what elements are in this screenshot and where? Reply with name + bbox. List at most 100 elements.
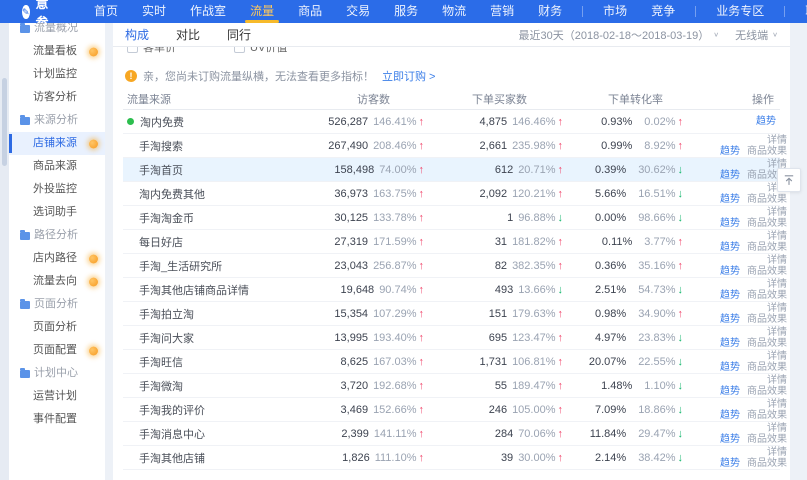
sidebar-item-3[interactable]: 访客分析 xyxy=(9,86,105,109)
nav-item-4[interactable]: 商品 xyxy=(298,0,322,23)
action-link-muted[interactable]: 详情 xyxy=(767,351,787,362)
sidebar-item-8[interactable]: 选词助手 xyxy=(9,201,105,224)
table-row[interactable]: 手淘淘金币30,125133.78%↑196.88%↓0.00%98.66%↓详… xyxy=(123,206,780,230)
sidebar-item-6[interactable]: 商品来源 xyxy=(9,155,105,178)
sidebar-item-5[interactable]: 店铺来源 xyxy=(9,132,105,155)
action-link-muted[interactable]: 商品效果 xyxy=(747,290,787,301)
action-link-muted[interactable]: 详情 xyxy=(767,255,787,266)
terminal-select[interactable]: 无线端 ∨ xyxy=(735,27,778,43)
metric-checkbox-1[interactable]: UV价值 xyxy=(234,47,287,55)
sidebar-item-7[interactable]: 外投监控 xyxy=(9,178,105,201)
sidebar-item-2[interactable]: 计划监控 xyxy=(9,63,105,86)
action-link-muted[interactable]: 详情 xyxy=(767,399,787,410)
action-link-muted[interactable]: 商品效果 xyxy=(747,362,787,373)
table-row[interactable]: 手淘微淘3,720192.68%↑55189.47%↑1.48%1.10%↓详情… xyxy=(123,374,780,398)
left-scrollbar[interactable] xyxy=(0,23,9,480)
table-row[interactable]: 手淘_生活研究所23,043256.87%↑82382.35%↑0.36%35.… xyxy=(123,254,780,278)
table-row[interactable]: 每日好店27,319171.59%↑31181.82%↑0.11%3.77%↑详… xyxy=(123,230,780,254)
action-link-muted[interactable]: 详情 xyxy=(767,303,787,314)
tab-0[interactable]: 构成 xyxy=(125,23,149,47)
table-row[interactable]: 手淘消息中心2,399141.11%↑28470.06%↑11.84%29.47… xyxy=(123,422,780,446)
table-row[interactable]: 手淘其他店铺1,826111.10%↑3930.00%↑2.14%38.42%↓… xyxy=(123,446,780,470)
action-link-primary[interactable]: 趋势 xyxy=(720,338,740,349)
action-link-muted[interactable]: 商品效果 xyxy=(747,194,787,205)
action-link-muted[interactable]: 详情 xyxy=(767,447,787,458)
action-link-muted[interactable]: 商品效果 xyxy=(747,338,787,349)
action-link-primary[interactable]: 趋势 xyxy=(720,218,740,229)
action-link-primary[interactable]: 趋势 xyxy=(720,242,740,253)
nav-item-5[interactable]: 交易 xyxy=(346,0,370,23)
action-link-muted[interactable]: 详情 xyxy=(767,423,787,434)
action-link-primary[interactable]: 趋势 xyxy=(720,410,740,421)
sidebar-item-10[interactable]: 店内路径 xyxy=(9,247,105,270)
cell-actions: 详情趋势商品效果 xyxy=(713,351,790,373)
nav-item-1[interactable]: 实时 xyxy=(142,0,166,23)
nav-item-0[interactable]: 首页 xyxy=(94,0,118,23)
action-link-muted[interactable]: 详情 xyxy=(767,375,787,386)
action-link-primary[interactable]: 趋势 xyxy=(720,266,740,277)
nav-item-2[interactable]: 作战室 xyxy=(190,0,226,23)
back-to-top-button[interactable] xyxy=(777,168,801,192)
sidebar-item-16[interactable]: 运营计划 xyxy=(9,385,105,408)
action-link-primary[interactable]: 趋势 xyxy=(720,434,740,445)
action-link-muted[interactable]: 商品效果 xyxy=(747,458,787,469)
action-link-muted[interactable]: 商品效果 xyxy=(747,434,787,445)
action-link-primary[interactable]: 趋势 xyxy=(720,194,740,205)
metric-change: 38.42% xyxy=(638,452,675,464)
sidebar-item-17[interactable]: 事件配置 xyxy=(9,408,105,431)
nav-item-9[interactable]: 财务 xyxy=(538,0,562,23)
action-link-muted[interactable]: 商品效果 xyxy=(747,266,787,277)
table-row[interactable]: 手淘旺信8,625167.03%↑1,731106.81%↑20.07%22.5… xyxy=(123,350,780,374)
nav-item-12[interactable]: 业务专区 xyxy=(716,0,764,23)
action-link-muted[interactable]: 商品效果 xyxy=(747,242,787,253)
arrow-down-icon: ↓ xyxy=(678,356,684,368)
action-link-muted[interactable]: 商品效果 xyxy=(747,386,787,397)
action-link-muted[interactable]: 商品效果 xyxy=(747,410,787,421)
scrollbar-thumb[interactable] xyxy=(2,78,7,166)
metric-value: 11.84% xyxy=(590,428,627,440)
table-row[interactable]: 手淘问大家13,995193.40%↑695123.47%↑4.97%23.83… xyxy=(123,326,780,350)
table-row[interactable]: 手淘首页158,49874.00%↑61220.71%↑0.39%30.62%↓… xyxy=(123,158,780,182)
table-row[interactable]: 淘内免费其他36,973163.75%↑2,092120.21%↑5.66%16… xyxy=(123,182,780,206)
nav-item-8[interactable]: 营销 xyxy=(490,0,514,23)
tab-2[interactable]: 同行 xyxy=(227,23,251,47)
action-link-primary[interactable]: 趋势 xyxy=(720,314,740,325)
action-link-muted[interactable]: 商品效果 xyxy=(747,146,787,157)
table-row[interactable]: 手淘搜索267,490208.46%↑2,661235.98%↑0.99%8.9… xyxy=(123,134,780,158)
metric-checkbox-0[interactable]: 客单价 xyxy=(127,47,176,55)
action-link-muted[interactable]: 商品效果 xyxy=(747,218,787,229)
action-line: 详情 xyxy=(713,351,787,362)
table-row[interactable]: 手淘拍立淘15,354107.29%↑151179.63%↑0.98%34.90… xyxy=(123,302,780,326)
action-link-primary[interactable]: 趋势 xyxy=(720,170,740,181)
sidebar-item-14[interactable]: 页面配置 xyxy=(9,339,105,362)
nav-item-10[interactable]: 市场 xyxy=(603,0,627,23)
action-link-muted[interactable]: 详情 xyxy=(767,231,787,242)
action-link-primary[interactable]: 趋势 xyxy=(720,386,740,397)
action-link-muted[interactable]: 详情 xyxy=(767,327,787,338)
table-row[interactable]: 淘内免费526,287146.41%↑4,875146.46%↑0.93%0.0… xyxy=(123,110,780,134)
table-row[interactable]: 手淘其他店铺商品详情19,64890.74%↑49313.66%↓2.51%54… xyxy=(123,278,780,302)
nav-item-11[interactable]: 竞争 xyxy=(651,0,675,23)
tab-1[interactable]: 对比 xyxy=(176,23,200,47)
subscribe-link[interactable]: 立即订购 > xyxy=(382,68,435,84)
nav-item-7[interactable]: 物流 xyxy=(442,0,466,23)
cell-actions: 详情趋势商品效果 xyxy=(713,303,790,325)
metric-value: 0.99% xyxy=(601,140,632,152)
action-link-primary[interactable]: 趋势 xyxy=(756,116,776,127)
table-row[interactable]: 手淘我的评价3,469152.66%↑246105.00%↑7.09%18.86… xyxy=(123,398,780,422)
date-range-select[interactable]: 最近30天（2018-02-18～2018-03-19） ∨ xyxy=(519,27,720,43)
sidebar-item-11[interactable]: 流量去向 xyxy=(9,270,105,293)
nav-item-6[interactable]: 服务 xyxy=(394,0,418,23)
action-link-primary[interactable]: 趋势 xyxy=(720,458,740,469)
sidebar-item-1[interactable]: 流量看板 xyxy=(9,40,105,63)
action-link-muted[interactable]: 详情 xyxy=(767,135,787,146)
action-link-muted[interactable]: 详情 xyxy=(767,279,787,290)
action-link-muted[interactable]: 详情 xyxy=(767,207,787,218)
nav-item-3[interactable]: 流量 xyxy=(250,0,274,23)
sidebar-item-13[interactable]: 页面分析 xyxy=(9,316,105,339)
action-link-primary[interactable]: 趋势 xyxy=(720,146,740,157)
column-header-4: 操作 xyxy=(713,91,780,107)
action-link-primary[interactable]: 趋势 xyxy=(720,290,740,301)
action-link-muted[interactable]: 商品效果 xyxy=(747,314,787,325)
action-link-primary[interactable]: 趋势 xyxy=(720,362,740,373)
